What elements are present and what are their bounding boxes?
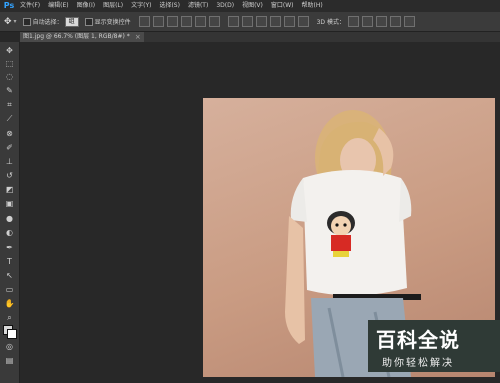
photoshop-logo: Ps bbox=[3, 1, 15, 10]
screen-mode-icon[interactable]: ▤ bbox=[4, 356, 15, 365]
menu-file[interactable]: 文件(F) bbox=[16, 0, 44, 12]
quick-select-tool-icon[interactable]: ✎ bbox=[4, 86, 15, 95]
align-left-icon[interactable] bbox=[180, 16, 192, 27]
background-color-swatch[interactable] bbox=[7, 329, 17, 339]
menu-help[interactable]: 帮助(H) bbox=[298, 0, 327, 12]
zoom-tool-icon[interactable]: ⌕ bbox=[4, 313, 15, 322]
3d-pan-icon[interactable] bbox=[375, 16, 387, 27]
distribute-middle-icon[interactable] bbox=[241, 16, 253, 27]
watermark-subtitle: 助你轻松解决 bbox=[382, 358, 454, 369]
align-center-icon[interactable] bbox=[194, 16, 206, 27]
menu-type[interactable]: 文字(Y) bbox=[127, 0, 155, 12]
align-right-icon[interactable] bbox=[208, 16, 220, 27]
3d-scale-icon[interactable] bbox=[403, 16, 415, 27]
eraser-tool-icon[interactable]: ◩ bbox=[4, 185, 15, 194]
align-middle-icon[interactable] bbox=[152, 16, 164, 27]
type-tool-icon[interactable]: T bbox=[4, 257, 15, 266]
menu-filter[interactable]: 滤镜(T) bbox=[184, 0, 212, 12]
document-tab-title: 图1.jpg @ 66.7% (图层 1, RGB/8#) * bbox=[23, 33, 130, 40]
align-bottom-icon[interactable] bbox=[166, 16, 178, 27]
tools-panel: ✥ ⬚ ◌ ✎ ⌗ ⟋ ⊗ ✐ ⊥ ↺ ◩ ▣ ● ◐ ✒ T ↖ ▭ ✋ ⌕ … bbox=[0, 42, 20, 383]
3d-roll-icon[interactable] bbox=[361, 16, 373, 27]
3d-rotate-icon[interactable] bbox=[347, 16, 359, 27]
menu-edit[interactable]: 编辑(E) bbox=[44, 0, 72, 12]
menu-3d[interactable]: 3D(D) bbox=[212, 0, 238, 12]
menu-select[interactable]: 选择(S) bbox=[155, 0, 184, 12]
history-brush-tool-icon[interactable]: ↺ bbox=[4, 171, 15, 180]
align-top-icon[interactable] bbox=[138, 16, 150, 27]
quick-mask-icon[interactable]: ◎ bbox=[4, 342, 15, 351]
align-buttons bbox=[138, 16, 220, 27]
hand-tool-icon[interactable]: ✋ bbox=[4, 299, 15, 308]
distribute-left-icon[interactable] bbox=[269, 16, 281, 27]
distribute-top-icon[interactable] bbox=[227, 16, 239, 27]
menu-view[interactable]: 视图(V) bbox=[238, 0, 267, 12]
close-icon[interactable]: × bbox=[135, 32, 141, 42]
distribute-bottom-icon[interactable] bbox=[255, 16, 267, 27]
options-bar: ✥ ▾ 自动选择： 组 显示变换控件 3D 模式： bbox=[0, 12, 500, 32]
document-tab-bar: 图1.jpg @ 66.7% (图层 1, RGB/8#) * × bbox=[20, 32, 500, 42]
gradient-tool-icon[interactable]: ▣ bbox=[4, 199, 15, 208]
auto-select-dropdown[interactable]: 组 bbox=[64, 16, 79, 27]
color-swatches[interactable] bbox=[3, 325, 17, 339]
transform-controls-checkbox[interactable] bbox=[84, 17, 93, 26]
path-select-tool-icon[interactable]: ↖ bbox=[4, 271, 15, 280]
marquee-tool-icon[interactable]: ⬚ bbox=[4, 59, 15, 68]
dodge-tool-icon[interactable]: ◐ bbox=[4, 228, 15, 237]
menu-window[interactable]: 窗口(W) bbox=[267, 0, 298, 12]
watermark: 百科全说 助你轻松解决 bbox=[368, 320, 500, 372]
watermark-title: 百科全说 bbox=[376, 328, 460, 352]
mode-3d-label: 3D 模式： bbox=[316, 19, 345, 26]
auto-select-checkbox[interactable] bbox=[22, 17, 31, 26]
stamp-tool-icon[interactable]: ⊥ bbox=[4, 157, 15, 166]
shape-tool-icon[interactable]: ▭ bbox=[4, 285, 15, 294]
crop-tool-icon[interactable]: ⌗ bbox=[4, 100, 15, 109]
lasso-tool-icon[interactable]: ◌ bbox=[4, 72, 15, 81]
blur-tool-icon[interactable]: ● bbox=[4, 214, 15, 223]
brush-tool-icon[interactable]: ✐ bbox=[4, 143, 15, 152]
menu-image[interactable]: 图像(I) bbox=[73, 0, 99, 12]
document-tab[interactable]: 图1.jpg @ 66.7% (图层 1, RGB/8#) * × bbox=[20, 32, 144, 42]
move-tool-icon[interactable]: ✥ bbox=[4, 17, 12, 27]
move-tool-icon[interactable]: ✥ bbox=[4, 46, 15, 55]
menu-bar: Ps 文件(F) 编辑(E) 图像(I) 图层(L) 文字(Y) 选择(S) 滤… bbox=[0, 0, 500, 12]
eyedropper-tool-icon[interactable]: ⟋ bbox=[4, 114, 15, 123]
3d-slide-icon[interactable] bbox=[389, 16, 401, 27]
healing-tool-icon[interactable]: ⊗ bbox=[4, 129, 15, 138]
auto-select-option: 自动选择： 组 bbox=[22, 16, 79, 27]
distribute-center-icon[interactable] bbox=[283, 16, 295, 27]
distribute-buttons bbox=[227, 16, 309, 27]
tool-preset-chevron-icon[interactable]: ▾ bbox=[14, 18, 17, 25]
menu-layer[interactable]: 图层(L) bbox=[99, 0, 127, 12]
pen-tool-icon[interactable]: ✒ bbox=[4, 243, 15, 252]
transform-controls-label: 显示变换控件 bbox=[94, 19, 131, 26]
auto-select-label: 自动选择： bbox=[32, 19, 63, 26]
transform-controls-option: 显示变换控件 bbox=[84, 17, 131, 26]
3d-mode-buttons bbox=[347, 16, 415, 27]
distribute-right-icon[interactable] bbox=[297, 16, 309, 27]
